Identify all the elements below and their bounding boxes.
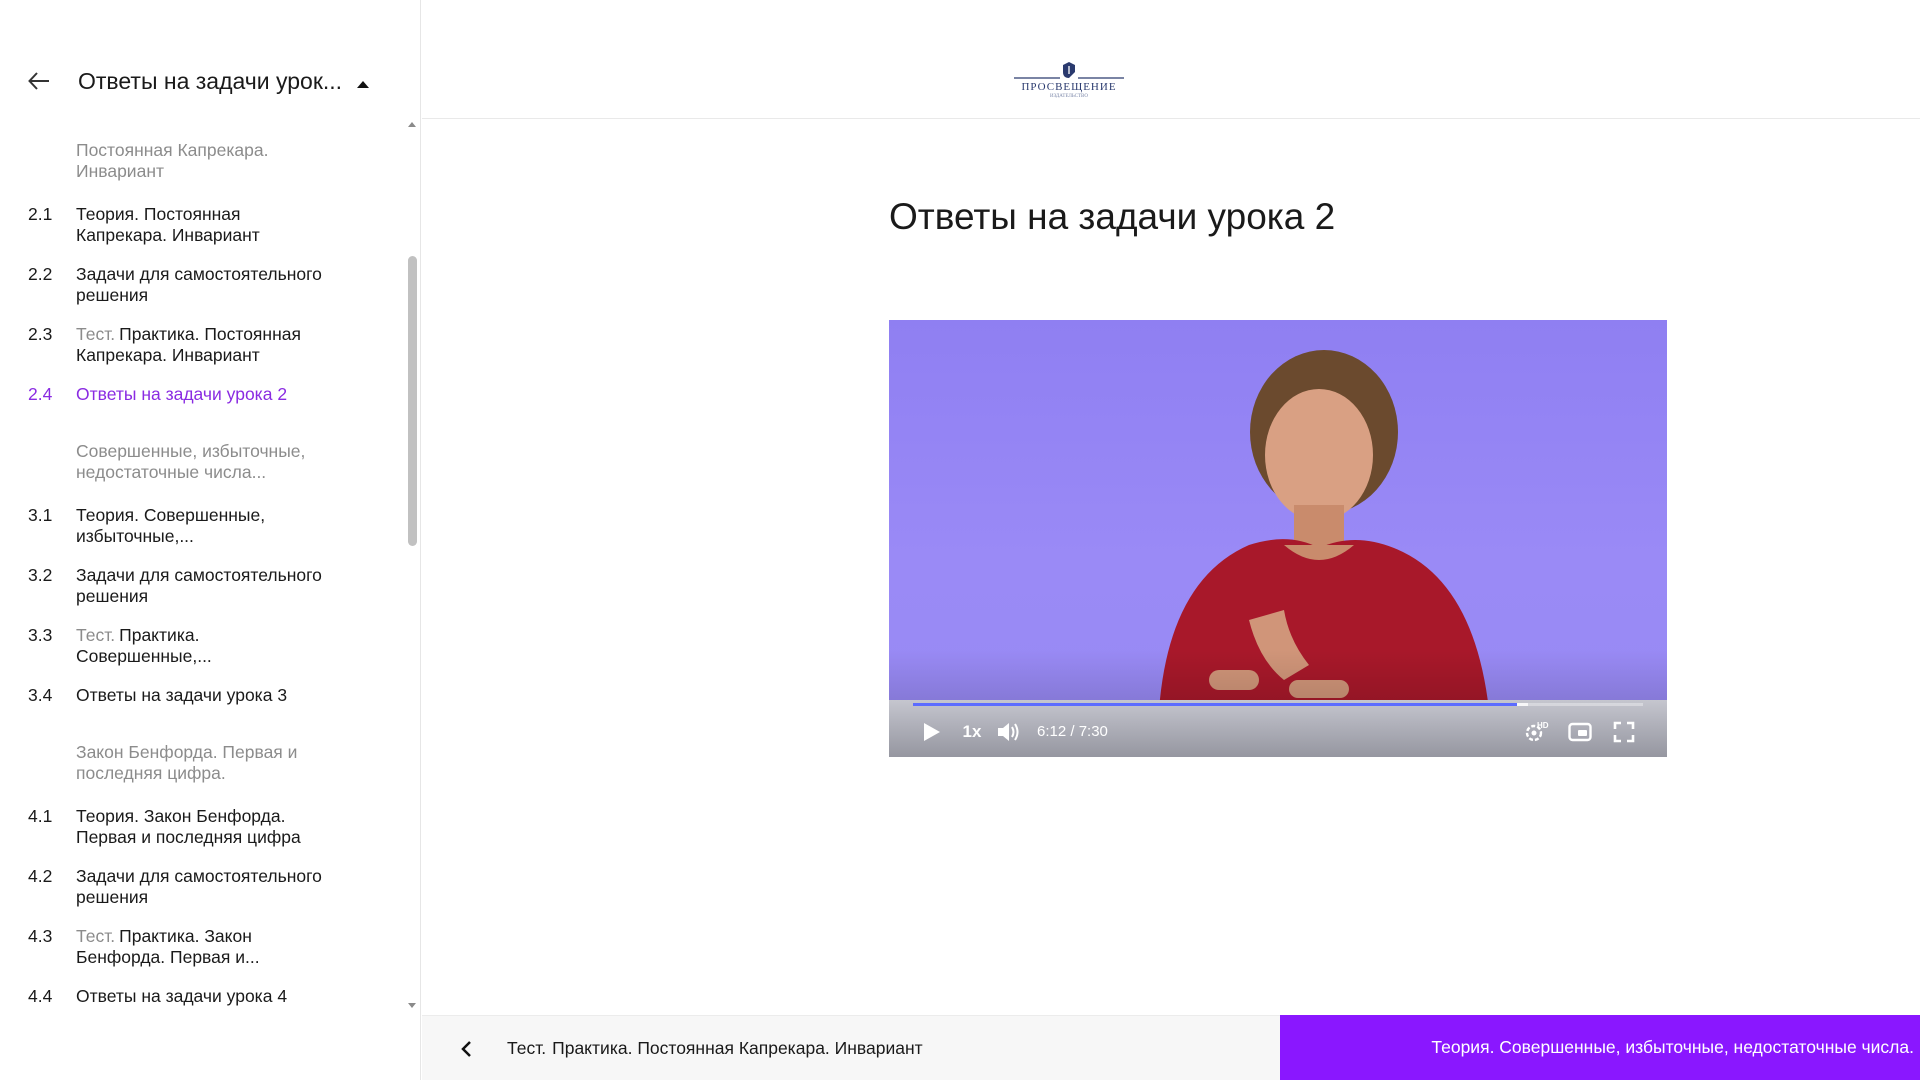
sidebar-item-2-3[interactable]: 2.3 Тест. Практика. Постоянная Капрекара. …: [0, 324, 400, 366]
sidebar-item-4-1[interactable]: 4.1 Теория. Закон Бенфорда. Первая и посл…: [0, 806, 400, 848]
sidebar-item-3-4[interactable]: 3.4 Ответы на задачи урока 3: [0, 685, 400, 706]
video-progress-bar[interactable]: [913, 703, 1643, 706]
play-icon: [924, 723, 940, 741]
scroll-up-icon[interactable]: [407, 120, 417, 128]
arrow-left-icon: [28, 72, 49, 90]
sidebar-item-title: Теория. Постоянная Капрекара. Инвариант: [76, 204, 260, 245]
sidebar-item-2-1[interactable]: 2.1 Теория. Постоянная Капрекара. Инвариа…: [0, 204, 400, 246]
quality-button[interactable]: HD: [1521, 718, 1551, 746]
sidebar-item-title: Задачи для самостоятельного решения: [76, 264, 322, 305]
lesson-list: Постоянная Капрекара. Инвариант 2.1 Теория…: [0, 140, 400, 1010]
sidebar-item-number: 3.3: [28, 625, 53, 645]
sidebar-item-label: Ответы на задачи урока 4: [76, 986, 326, 1007]
prev-lesson-title: Практика. Постоянная Капрекара. Инвариан…: [552, 1038, 923, 1058]
hd-settings-icon: HD: [1525, 721, 1549, 742]
sidebar-section-label: Закон Бенфорда. Первая и последняя цифра…: [76, 742, 298, 783]
sidebar-item-label: Тест. Практика. Закон Бенфорда. Первая и.…: [76, 926, 326, 968]
sidebar-item-number: 4.4: [28, 986, 53, 1006]
back-button[interactable]: [24, 66, 54, 96]
sidebar-item-label: Задачи для самостоятельного решения: [76, 565, 326, 607]
sidebar-item-number: 2.4: [28, 384, 53, 404]
sidebar-item-label: Ответы на задачи урока 3: [76, 685, 326, 706]
sidebar-item-label: Задачи для самостоятельного решения: [76, 866, 326, 908]
sidebar-item-label: Тест. Практика. Совершенные,...: [76, 625, 326, 667]
caret-up-icon: [357, 81, 369, 88]
sidebar-item-3-1[interactable]: 3.1 Теория. Совершенные, избыточные,...: [0, 505, 400, 547]
top-bar: ПРОСВЕЩЕНИЕ ИЗДАТЕЛЬСТВО: [422, 0, 1920, 119]
picture-in-picture-icon: [1568, 722, 1592, 742]
progress-buffer: [1516, 703, 1528, 706]
sidebar-item-number: 4.2: [28, 866, 53, 886]
next-lesson-label: Теория. Совершенные, избыточные, недоста…: [1431, 1037, 1914, 1057]
scroll-down-icon[interactable]: [407, 1002, 417, 1010]
sidebar-item-number: 3.4: [28, 685, 53, 705]
sidebar-item-number: 3.2: [28, 565, 53, 585]
sidebar-item-4-4[interactable]: 4.4 Ответы на задачи урока 4: [0, 986, 400, 1007]
sidebar-item-title: Задачи для самостоятельного решения: [76, 565, 322, 606]
scroll-thumb[interactable]: [408, 256, 417, 546]
player-controls: 1x 6:12 / 7:30 HD: [889, 718, 1667, 748]
collapse-toggle[interactable]: [356, 76, 374, 90]
sidebar-title: Ответы на задачи урок...: [78, 68, 343, 94]
sidebar-item-title: Теория. Закон Бенфорда. Первая и последн…: [76, 806, 301, 847]
svg-text:HD: HD: [1537, 721, 1549, 730]
sidebar-item-label: Теория. Закон Бенфорда. Первая и последн…: [76, 806, 326, 848]
time-display: 6:12 / 7:30: [1037, 723, 1108, 740]
logo-emblem-icon: [1014, 62, 1124, 79]
sidebar-item-label: Ответы на задачи урока 2: [76, 384, 326, 405]
logo-text: ПРОСВЕЩЕНИЕ: [1021, 81, 1117, 93]
logo-subtitle: ИЗДАТЕЛЬСТВО: [1050, 94, 1088, 99]
speed-button[interactable]: 1x: [957, 718, 987, 746]
mini-player-button[interactable]: [1565, 718, 1595, 746]
sidebar-item-number: 2.1: [28, 204, 53, 224]
sidebar-section-label: Постоянная Капрекара. Инвариант: [76, 140, 269, 181]
sidebar-item-number: 2.2: [28, 264, 53, 284]
page-title: Ответы на задачи урока 2: [889, 196, 1336, 237]
sidebar-item-label: Теория. Постоянная Капрекара. Инвариант: [76, 204, 326, 246]
sidebar-header: Ответы на задачи урок...: [0, 56, 421, 106]
sidebar-item-3-3[interactable]: 3.3 Тест. Практика. Совершенные,...: [0, 625, 400, 667]
sidebar-item-4-3[interactable]: 4.3 Тест. Практика. Закон Бенфорда. Первая…: [0, 926, 400, 968]
sidebar-item-title: Теория. Совершенные, избыточные,...: [76, 505, 266, 546]
sidebar-item-number: 2.3: [28, 324, 53, 344]
video-player[interactable]: 1x 6:12 / 7:30 HD: [889, 320, 1667, 757]
sidebar-item-4-2[interactable]: 4.2 Задачи для самостоятельного решения: [0, 866, 400, 908]
volume-icon: [998, 723, 1019, 741]
sidebar-item-3-2[interactable]: 3.2 Задачи для самостоятельного решения: [0, 565, 400, 607]
sidebar-item-tag: Тест.: [76, 324, 116, 344]
sidebar-item-tag: Тест.: [76, 926, 116, 946]
sidebar-section-label: Совершенные, избыточные, недостаточные ч…: [76, 441, 306, 482]
sidebar-item-title: Ответы на задачи урока 3: [76, 685, 288, 705]
prev-lesson-label: Тест. Практика. Постоянная Капрекара. Инв…: [507, 1038, 923, 1059]
play-button[interactable]: [919, 718, 945, 746]
sidebar-item-title: Задачи для самостоятельного решения: [76, 866, 322, 907]
prev-lesson-tag: Тест.: [507, 1038, 547, 1058]
sidebar-item-title: Ответы на задачи урока 2: [76, 384, 288, 404]
sidebar-item-label: Теория. Совершенные, избыточные,...: [76, 505, 326, 547]
publisher-logo[interactable]: ПРОСВЕЩЕНИЕ ИЗДАТЕЛЬСТВО: [1012, 60, 1126, 106]
sidebar-item-label: Задачи для самостоятельного решения: [76, 264, 326, 306]
sidebar: Ответы на задачи урок... Постоянная Капр…: [0, 0, 421, 1080]
sidebar-item-tag: Тест.: [76, 625, 116, 645]
volume-button[interactable]: [995, 718, 1023, 746]
progress-fill: [913, 703, 1517, 706]
sidebar-scrollbar[interactable]: [405, 120, 419, 1010]
fullscreen-button[interactable]: [1609, 718, 1639, 746]
chevron-left-icon: [461, 1041, 471, 1057]
sidebar-item-number: 4.3: [28, 926, 53, 946]
fullscreen-icon: [1613, 721, 1635, 743]
prev-lesson-button[interactable]: Тест. Практика. Постоянная Капрекара. Инв…: [422, 1015, 1280, 1080]
sidebar-item-number: 3.1: [28, 505, 53, 525]
sidebar-item-label: Тест. Практика. Постоянная Капрекара. Инв…: [76, 324, 326, 366]
next-lesson-button[interactable]: Теория. Совершенные, избыточные, недоста…: [1280, 1015, 1920, 1080]
speed-label: 1x: [962, 722, 982, 741]
sidebar-item-title: Ответы на задачи урока 4: [76, 986, 288, 1006]
sidebar-item-2-2[interactable]: 2.2 Задачи для самостоятельного решения: [0, 264, 400, 306]
sidebar-item-number: 4.1: [28, 806, 53, 826]
sidebar-item-2-4[interactable]: 2.4 Ответы на задачи урока 2: [0, 384, 400, 405]
